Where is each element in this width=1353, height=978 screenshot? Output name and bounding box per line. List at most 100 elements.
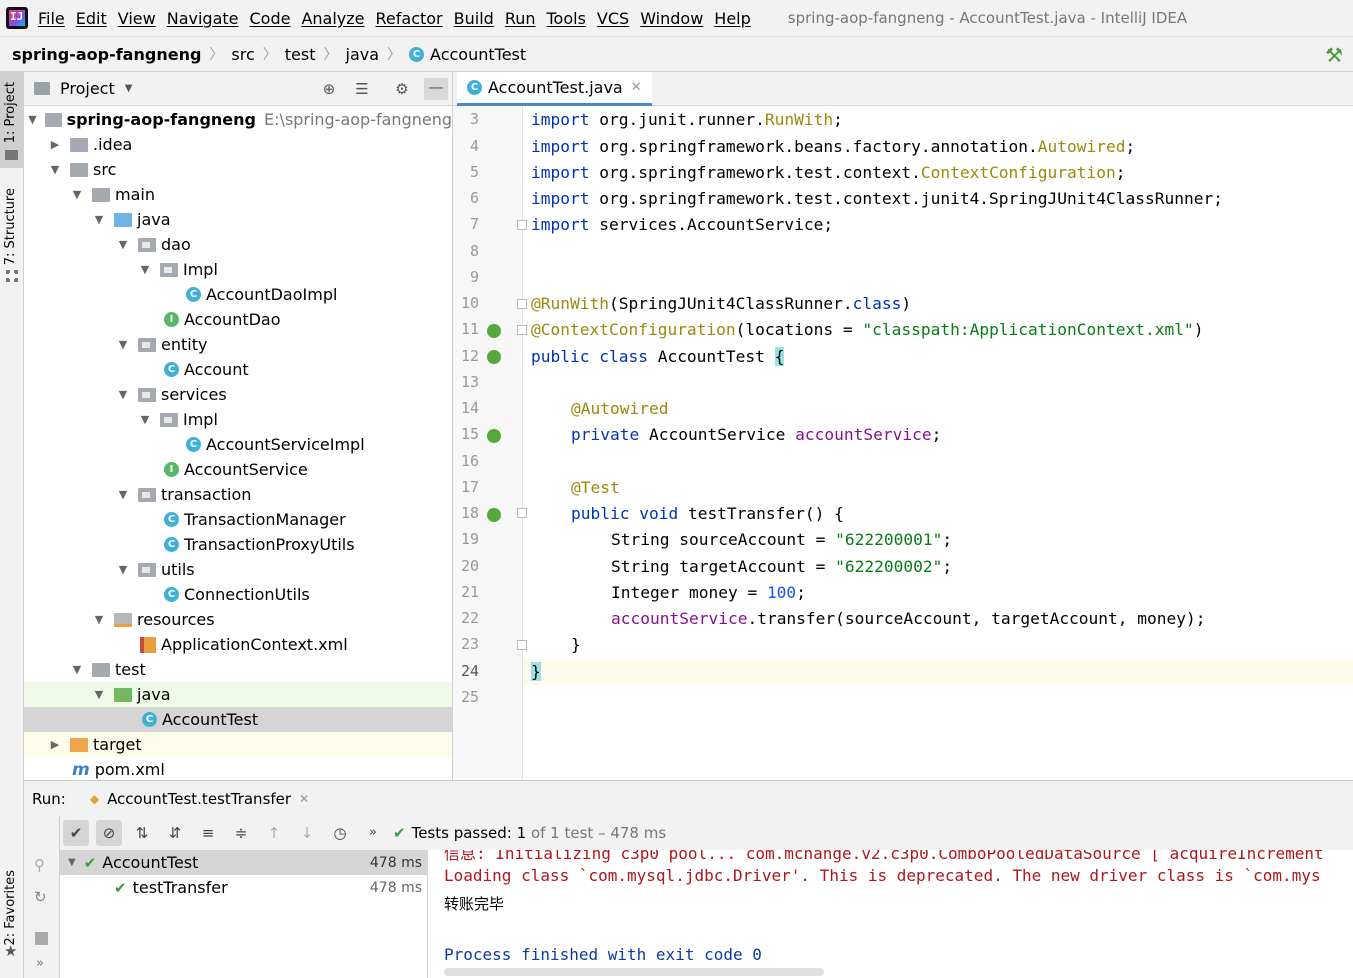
menu-file[interactable]: File (38, 9, 65, 28)
show-ignored-icon[interactable]: ⊘ (96, 820, 122, 846)
chevron-down-icon[interactable]: ▼ (116, 488, 130, 501)
locate-target-icon[interactable]: ⊕ (320, 80, 338, 98)
tree-item-pom-xml[interactable]: m pom.xml (24, 757, 452, 782)
chevron-right-icon[interactable]: ▶ (48, 138, 62, 151)
tree-item-resources[interactable]: ▼ resources (24, 607, 452, 632)
run-test-method-icon[interactable] (487, 508, 501, 522)
menu-analyze[interactable]: Analyze (301, 9, 364, 28)
menu-help[interactable]: Help (714, 9, 750, 28)
tree-item-idea[interactable]: ▶ .idea (24, 132, 452, 157)
test-row-testtransfer[interactable]: ✔ testTransfer 478 ms (60, 875, 428, 900)
chevron-right-icon[interactable]: ▶ (48, 738, 62, 751)
breadcrumb-project[interactable]: spring-aop-fangneng (12, 45, 201, 64)
sort-duration-icon[interactable]: ⇵ (162, 820, 188, 846)
tree-item-accountdao[interactable]: I AccountDao (24, 307, 452, 332)
chevron-down-icon[interactable]: ▼ (116, 563, 130, 576)
tree-item-account[interactable]: C Account (24, 357, 452, 382)
spring-bean-icon[interactable] (487, 324, 501, 338)
chevron-down-icon[interactable]: ▼ (92, 688, 106, 701)
chevron-down-icon[interactable]: ▼ (26, 113, 39, 126)
code-area[interactable]: import org.junit.runner.RunWith; import … (523, 106, 1353, 780)
tree-item-target[interactable]: ▶ target (24, 732, 452, 757)
test-history-icon[interactable]: ◷ (327, 820, 353, 846)
menu-vcs[interactable]: VCS (597, 9, 629, 28)
tree-item-main-java[interactable]: ▼ java (24, 207, 452, 232)
chevron-down-icon[interactable]: ▼ (138, 413, 152, 426)
menu-navigate[interactable]: Navigate (167, 9, 239, 28)
tree-item-transactionproxyutils[interactable]: C TransactionProxyUtils (24, 532, 452, 557)
tree-item-project-root[interactable]: ▼ spring-aop-fangneng E:\spring-aop-fangne… (24, 107, 452, 132)
chevron-down-icon[interactable]: ▼ (116, 338, 130, 351)
close-icon[interactable]: ✕ (299, 792, 309, 806)
tree-item-applicationcontext-xml[interactable]: ApplicationContext.xml (24, 632, 452, 657)
tree-item-transaction[interactable]: ▼ transaction (24, 482, 452, 507)
breadcrumb-src[interactable]: src (231, 45, 254, 64)
rerun-failed-icon[interactable]: ↻ (34, 888, 47, 906)
console-output[interactable]: 信息: Initializing c3p0 pool... com.mchang… (428, 850, 1353, 978)
favorites-tab-label[interactable]: 2: Favorites (3, 870, 18, 946)
build-hammer-icon[interactable]: ⚒ (1325, 43, 1343, 67)
chevron-down-icon[interactable]: ▼ (92, 613, 106, 626)
run-config-tab[interactable]: AccountTest.testTransfer (107, 790, 291, 808)
hide-minus-icon[interactable]: — (424, 78, 448, 100)
collapse-all-icon[interactable]: ☰ (353, 80, 371, 98)
close-icon[interactable]: ✕ (631, 80, 642, 95)
tree-item-dao-impl[interactable]: ▼ Impl (24, 257, 452, 282)
code-line-11: @ContextConfiguration(locations = "class… (531, 320, 1204, 339)
tree-item-accountserviceimpl[interactable]: C AccountServiceImpl (24, 432, 452, 457)
tree-item-entity[interactable]: ▼ entity (24, 332, 452, 357)
stop-icon[interactable] (35, 932, 48, 945)
tree-item-utils[interactable]: ▼ utils (24, 557, 452, 582)
test-row-accounttest[interactable]: ▼ ✔ AccountTest 478 ms (60, 850, 428, 875)
menu-window[interactable]: Window (640, 9, 703, 28)
tree-item-accountservice[interactable]: I AccountService (24, 457, 452, 482)
tree-item-dao[interactable]: ▼ dao (24, 232, 452, 257)
chevron-down-icon[interactable]: ▼ (92, 213, 106, 226)
menu-code[interactable]: Code (250, 9, 291, 28)
chevron-down-icon[interactable]: ▼ (48, 163, 62, 176)
project-view-selector[interactable]: Project (60, 79, 115, 98)
previous-failed-icon[interactable]: ↑ (261, 820, 287, 846)
next-failed-icon[interactable]: ↓ (294, 820, 320, 846)
menu-build[interactable]: Build (454, 9, 494, 28)
chevron-down-icon[interactable]: ▼ (138, 263, 152, 276)
menu-run[interactable]: Run (505, 9, 536, 28)
more-chevron-icon[interactable]: » (36, 956, 44, 971)
tree-item-test[interactable]: ▼ test (24, 657, 452, 682)
breadcrumb-test[interactable]: test (285, 45, 316, 64)
breadcrumb-accounttest[interactable]: AccountTest (430, 45, 526, 64)
autowired-icon[interactable] (487, 429, 501, 443)
console-scrollbar[interactable] (444, 968, 824, 976)
star-icon: ★ (4, 942, 18, 960)
menu-view[interactable]: View (118, 9, 156, 28)
menu-refactor[interactable]: Refactor (376, 9, 443, 28)
tree-item-services[interactable]: ▼ services (24, 382, 452, 407)
chevron-down-icon[interactable]: ▼ (68, 857, 76, 868)
sort-alpha-icon[interactable]: ⇅ (129, 820, 155, 846)
tree-item-accounttest[interactable]: C AccountTest (24, 707, 452, 732)
tree-item-services-impl[interactable]: ▼ Impl (24, 407, 452, 432)
menu-tools[interactable]: Tools (547, 9, 586, 28)
chevron-down-icon[interactable]: ▼ (70, 663, 84, 676)
menu-edit[interactable]: Edit (76, 9, 107, 28)
chevron-down-icon[interactable]: ▼ (116, 238, 130, 251)
run-test-class-icon[interactable] (487, 350, 501, 364)
tree-item-accountdaoimpl[interactable]: C AccountDaoImpl (24, 282, 452, 307)
tree-item-connectionutils[interactable]: C ConnectionUtils (24, 582, 452, 607)
collapse-all-icon[interactable]: ≑ (228, 820, 254, 846)
tree-item-transactionmanager[interactable]: C TransactionManager (24, 507, 452, 532)
tree-item-test-java[interactable]: ▼ java (24, 682, 452, 707)
tab-accounttest-java[interactable]: C AccountTest.java ✕ (457, 72, 652, 106)
breadcrumb-java[interactable]: java (346, 45, 380, 64)
pin-icon[interactable]: ⚲ (34, 856, 45, 874)
chevron-down-icon[interactable]: ▼ (116, 388, 130, 401)
more-chevron-icon[interactable]: » (360, 820, 386, 846)
tree-item-src[interactable]: ▼ src (24, 157, 452, 182)
chevron-down-icon[interactable]: ▼ (70, 188, 84, 201)
gear-icon[interactable]: ⚙ (393, 80, 411, 98)
chevron-down-icon[interactable]: ▼ (125, 83, 133, 94)
structure-tab-label[interactable]: 7: Structure (3, 188, 18, 265)
tree-item-main[interactable]: ▼ main (24, 182, 452, 207)
show-passed-icon[interactable]: ✔ (63, 820, 89, 846)
expand-all-icon[interactable]: ≡ (195, 820, 221, 846)
